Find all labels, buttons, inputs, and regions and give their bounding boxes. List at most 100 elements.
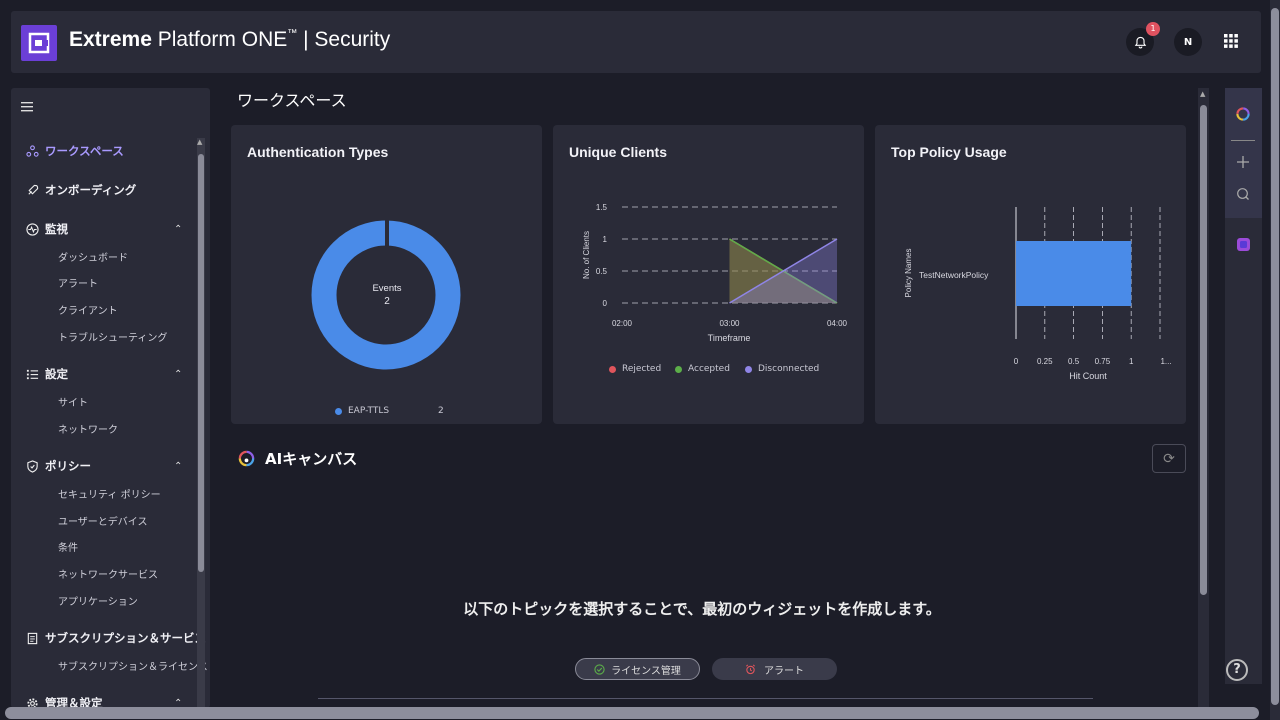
help-icon[interactable]: ? [1226,659,1248,681]
sidebar-subitem-alerts[interactable]: アラート [58,275,98,290]
legend-item-disconnected[interactable]: Disconnected [745,364,819,374]
sidebar-item-onboarding[interactable]: オンボーディング [25,182,136,198]
scroll-up-arrow-icon[interactable]: ▲ [1200,90,1205,98]
sidebar-item-monitor[interactable]: 監視 [25,221,68,237]
ai-canvas-title: AIキャンバス [265,450,358,468]
y-tick-label: 1.5 [596,203,608,212]
user-avatar[interactable]: N [1174,28,1202,56]
topic-pill-license[interactable]: ライセンス管理 [575,658,700,680]
x-tick-label: 0.5 [1068,357,1080,366]
donut-chart: Events 2 [311,218,461,370]
top-header: Extreme Platform ONE™ | Security 1 N [11,11,1261,73]
legend-item-accepted[interactable]: Accepted [675,364,730,374]
sidebar-item-subscriptions[interactable]: サブスクリプション＆サービス [25,630,206,646]
sidebar-item-label: ポリシー [45,459,91,473]
topic-pill-alerts[interactable]: アラート [712,658,837,680]
y-axis-label: Policy Names [904,249,913,298]
top-policy-usage-card: Top Policy Usage 0 0.25 0.5 0.75 1 1... TestNe… [875,125,1186,424]
x-tick-label: 0 [1014,357,1019,366]
x-tick-label: 0.75 [1095,357,1111,366]
sidebar-item-label: ワークスペース [45,144,124,158]
chevron-up-icon[interactable]: ⌃ [174,461,182,472]
sidebar-subitem-sites[interactable]: サイト [58,394,88,409]
sidebar-item-policy[interactable]: ポリシー [25,458,91,474]
sidebar-subitem-troubleshooting[interactable]: トラブルシューティング [58,329,167,344]
legend-label: Rejected [622,364,662,374]
legend-label: Accepted [688,364,730,374]
rail-divider [1231,140,1255,141]
empty-state-message: 以下のトピックを選択することで、最初のウィジェットを作成します。 [463,600,941,618]
sidebar-subitem-conditions[interactable]: 条件 [58,539,78,554]
sidebar-scrollbar-thumb[interactable] [198,154,204,572]
chevron-up-icon[interactable]: ⌃ [174,369,182,380]
hamburger-menu-icon[interactable] [21,98,35,117]
vertical-scrollbar-thumb[interactable] [1271,8,1279,705]
shield-icon [25,459,39,473]
legend-dot [335,407,342,415]
legend-dot [675,365,682,373]
x-tick-label: 04:00 [827,319,848,328]
y-tick-label: 0.5 [596,267,608,276]
legend-item-eap-ttls[interactable]: EAP-TTLS [335,406,389,416]
sidebar-subitem-clients[interactable]: クライアント [58,302,118,317]
sidebar-subitem-network[interactable]: ネットワーク [58,421,118,436]
x-tick-label: 02:00 [612,319,633,328]
legend-dot [609,365,616,373]
bell-icon [1134,36,1146,48]
sidebar-item-workspace[interactable]: ワークスペース [25,143,124,159]
sidebar-subitem-users-devices[interactable]: ユーザーとデバイス [58,513,148,528]
x-tick-label: 0.25 [1037,357,1053,366]
sidebar-item-label: オンボーディング [45,183,137,197]
x-tick-label: 1 [1129,357,1134,366]
donut-gap [385,218,389,248]
sidebar-subitem-dashboard[interactable]: ダッシュボード [58,249,128,264]
chevron-up-icon[interactable]: ⌃ [174,224,182,235]
document-icon [25,631,39,645]
app-title: Extreme Platform ONE™ | Security [69,28,391,51]
apps-grid-icon[interactable] [1224,33,1238,52]
divider [318,698,1093,699]
bar-chart: 0 0.25 0.5 0.75 1 1... TestNetworkPolicy Policy… [904,207,1172,381]
y-axis-label: No. of Clients [582,231,591,279]
donut-center-value: 2 [384,296,390,307]
main-scrollbar-thumb[interactable] [1200,105,1207,595]
scroll-up-arrow-icon[interactable]: ▲ [197,138,202,146]
area-chart: 0 0.5 1 1.5 02:00 03:00 04:00 Timeframe No. of C… [582,203,848,343]
y-tick-label: 1 [603,235,608,244]
horizontal-scrollbar-thumb[interactable] [5,707,1259,719]
x-axis-label: Hit Count [1069,371,1107,381]
pill-label: ライセンス管理 [611,665,681,677]
legend-label: Disconnected [758,364,820,374]
refresh-icon: ⟳ [1163,450,1175,467]
legend-value: 2 [438,406,444,416]
pulse-icon [25,222,39,236]
y-tick-label: 0 [603,299,608,308]
ai-canvas-icon [238,450,255,467]
legend-item-rejected[interactable]: Rejected [609,364,661,374]
plus-icon[interactable] [1236,155,1250,169]
sidebar-subitem-network-services[interactable]: ネットワークサービス [58,566,158,581]
bar [1016,241,1132,306]
workspace-icon [25,144,39,158]
page-title: ワークスペース [237,91,347,110]
sidebar: ワークスペース オンボーディング 監視 ⌃ ダッシュボード アラート クライアン… [11,88,210,708]
pill-label: アラート [764,665,804,677]
x-tick-label: 1... [1160,357,1171,366]
donut-slice [311,220,461,370]
sidebar-subitem-applications[interactable]: アプリケーション [58,593,138,608]
sidebar-item-label: サブスクリプション＆サービス [45,631,206,645]
refresh-button[interactable]: ⟳ [1152,444,1186,473]
rocket-icon [25,183,39,197]
sidebar-subitem-security-policy[interactable]: セキュリティ ポリシー [58,486,161,501]
ai-assistant-icon[interactable] [1235,106,1251,122]
sidebar-item-settings[interactable]: 設定 [25,366,68,382]
auth-types-card: Authentication Types Events 2 EAP-TTLS 2 [231,125,542,424]
legend-value-text: 2 [438,406,444,416]
chat-search-icon[interactable] [1236,187,1250,201]
extreme-logo-icon[interactable] [21,25,57,61]
purple-app-icon[interactable] [1236,237,1251,252]
legend-label: EAP-TTLS [348,406,390,416]
sidebar-subitem-subscription-licenses[interactable]: サブスクリプション＆ライセンス [58,658,208,673]
legend-dot [745,365,752,373]
y-category-label: TestNetworkPolicy [919,270,989,280]
